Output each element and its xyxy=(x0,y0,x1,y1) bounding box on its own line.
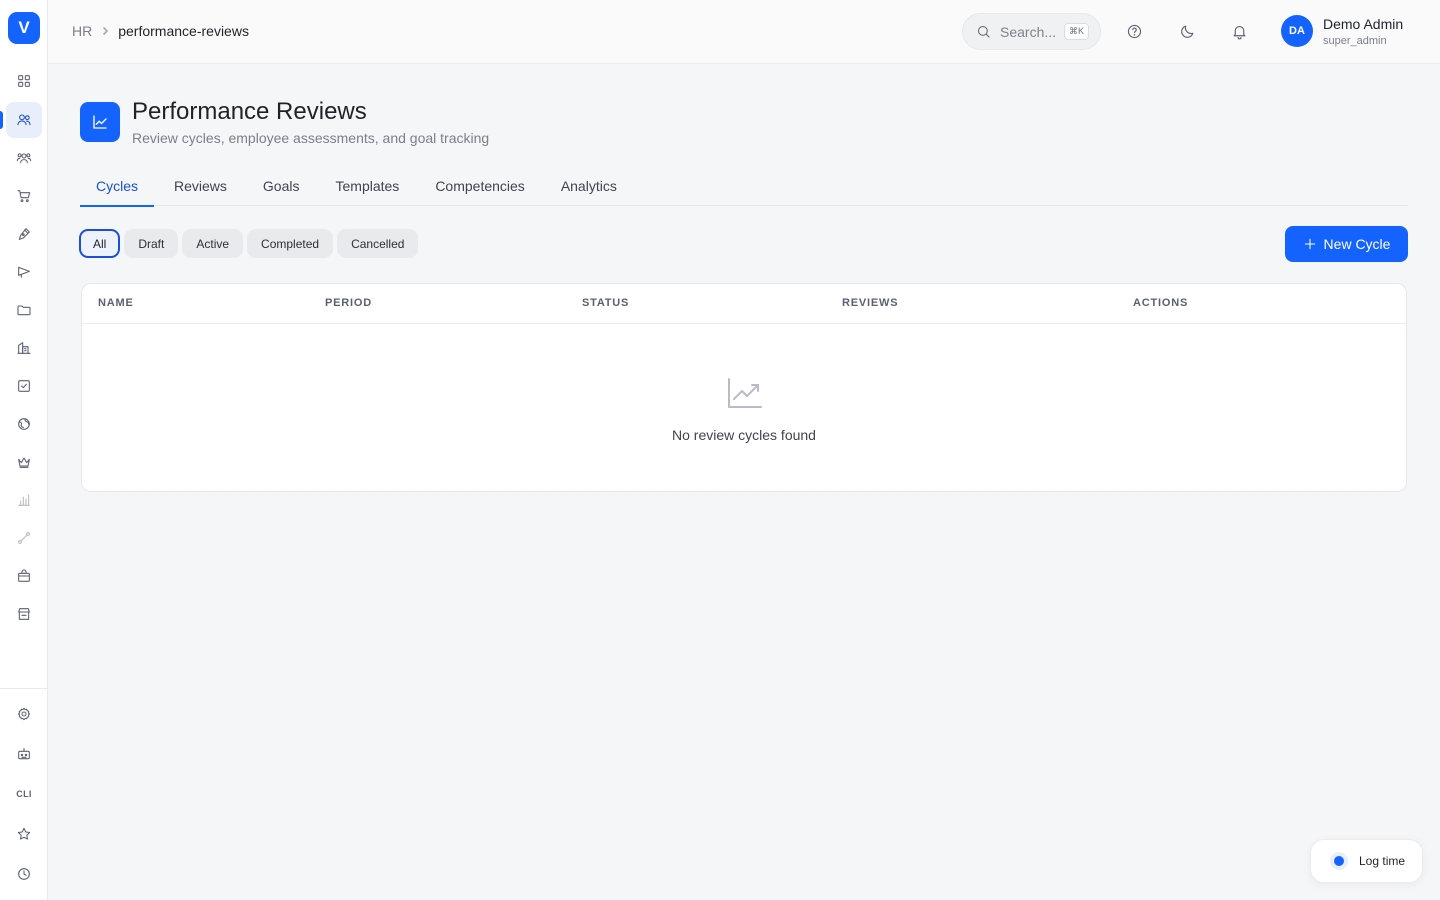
sidebar-item-web[interactable] xyxy=(6,406,42,442)
tab-templates[interactable]: Templates xyxy=(320,168,416,206)
bell-icon xyxy=(1233,25,1245,39)
new-cycle-label: New Cycle xyxy=(1323,236,1391,252)
checkbox-icon xyxy=(18,380,30,392)
tab-goals[interactable]: Goals xyxy=(247,168,316,206)
avatar: DA xyxy=(1281,15,1313,47)
log-time-button[interactable]: Log time xyxy=(1310,839,1423,883)
sidebar-item-design[interactable] xyxy=(6,216,42,252)
sidebar-item-analytics[interactable] xyxy=(6,482,42,518)
filter-all-label: All xyxy=(93,236,107,251)
tab-analytics[interactable]: Analytics xyxy=(545,168,633,206)
top-bar: HR performance-reviews Search... ⌘K DA D… xyxy=(48,0,1440,64)
log-time-label: Log time xyxy=(1359,854,1406,868)
sidebar-item-teams[interactable] xyxy=(6,140,42,176)
help-button[interactable] xyxy=(1123,20,1145,42)
breadcrumb-root[interactable]: HR xyxy=(72,23,92,39)
route-icon xyxy=(18,532,30,544)
empty-state-message: No review cycles found xyxy=(672,427,816,443)
cli-icon: CLI xyxy=(16,789,32,799)
plus-icon xyxy=(1304,238,1315,250)
theme-toggle-button[interactable] xyxy=(1176,20,1198,42)
folder-icon xyxy=(17,305,31,316)
user-menu[interactable]: DA Demo Admin super_admin xyxy=(1281,15,1403,47)
bar-chart-icon xyxy=(18,494,30,506)
sidebar-item-history[interactable] xyxy=(6,856,42,892)
sidebar-item-settings[interactable] xyxy=(6,696,42,732)
cart-icon xyxy=(17,190,31,203)
tab-bar: Cycles Reviews Goals Templates Competenc… xyxy=(80,168,1408,207)
sidebar-item-favorites[interactable] xyxy=(6,816,42,852)
app-logo[interactable]: V xyxy=(8,12,40,44)
crown-icon xyxy=(18,457,30,468)
sidebar-item-shop[interactable] xyxy=(6,558,42,594)
tab-competencies[interactable]: Competencies xyxy=(419,168,541,206)
column-header-actions: ACTIONS xyxy=(1133,297,1189,309)
page-title: Performance Reviews xyxy=(132,98,367,125)
timer-icon xyxy=(1330,852,1348,870)
globe-icon xyxy=(18,418,30,430)
column-header-period[interactable]: PERIOD xyxy=(325,297,372,309)
search-icon xyxy=(977,25,990,38)
filter-draft[interactable]: Draft xyxy=(124,229,179,258)
help-icon xyxy=(1127,24,1141,38)
megaphone-icon xyxy=(18,266,30,278)
sidebar-item-premium[interactable] xyxy=(6,444,42,480)
filter-completed[interactable]: Completed xyxy=(247,229,334,258)
sidebar-item-marketing[interactable] xyxy=(6,254,42,290)
user-role: super_admin xyxy=(1323,34,1387,47)
pen-icon xyxy=(18,228,30,240)
notifications-button[interactable] xyxy=(1228,20,1250,42)
tab-reviews[interactable]: Reviews xyxy=(158,168,243,206)
moon-icon xyxy=(1180,25,1193,38)
sidebar-item-hr[interactable] xyxy=(6,102,42,138)
chevron-right-icon xyxy=(100,26,110,36)
avatar-initials: DA xyxy=(1289,25,1305,37)
tab-cycles[interactable]: Cycles xyxy=(80,168,155,207)
table-header: NAME PERIOD STATUS REVIEWS ACTIONS xyxy=(82,284,1406,324)
sidebar-item-dashboard[interactable] xyxy=(6,63,42,99)
sidebar-divider xyxy=(0,688,48,689)
search-shortcut: ⌘K xyxy=(1064,23,1090,40)
sidebar-item-files[interactable] xyxy=(6,292,42,328)
column-header-name[interactable]: NAME xyxy=(98,297,134,309)
user-info: Demo Admin super_admin xyxy=(1323,16,1403,47)
empty-chart-icon xyxy=(727,377,763,409)
bot-icon xyxy=(18,748,30,760)
breadcrumb: HR performance-reviews xyxy=(72,23,249,39)
search-input[interactable]: Search... ⌘K xyxy=(962,13,1101,50)
sidebar-item-routes[interactable] xyxy=(6,520,42,556)
sidebar-active-indicator xyxy=(0,111,3,129)
gear-icon xyxy=(17,707,31,721)
sidebar-item-sales[interactable] xyxy=(6,178,42,214)
building-icon xyxy=(17,342,31,354)
new-cycle-button[interactable]: New Cycle xyxy=(1285,226,1408,262)
filter-all[interactable]: All xyxy=(79,229,121,258)
bag-icon xyxy=(18,569,30,582)
users-icon xyxy=(17,114,31,126)
trending-up-icon xyxy=(93,115,107,129)
team-icon xyxy=(16,153,32,164)
sidebar-item-tasks[interactable] xyxy=(6,368,42,404)
sidebar-item-store[interactable] xyxy=(6,596,42,632)
star-icon xyxy=(17,827,31,840)
grid-icon xyxy=(18,75,30,87)
app-logo-letter: V xyxy=(18,18,30,37)
page-subtitle: Review cycles, employee assessments, and… xyxy=(132,130,490,146)
store-icon xyxy=(18,608,30,620)
sidebar-item-assistant[interactable] xyxy=(6,736,42,772)
sidebar-item-cli[interactable]: CLI xyxy=(6,776,42,812)
sidebar-item-company[interactable] xyxy=(6,330,42,366)
sidebar: V CLI xyxy=(0,0,48,900)
filter-cancelled[interactable]: Cancelled xyxy=(337,229,419,258)
cycles-table: NAME PERIOD STATUS REVIEWS ACTIONS No re… xyxy=(81,283,1407,492)
clock-icon xyxy=(18,868,30,880)
column-header-status[interactable]: STATUS xyxy=(582,297,629,309)
filter-active[interactable]: Active xyxy=(182,229,244,258)
search-placeholder: Search... xyxy=(1000,23,1057,40)
column-header-reviews[interactable]: REVIEWS xyxy=(842,297,898,309)
page-icon xyxy=(80,102,120,142)
breadcrumb-current: performance-reviews xyxy=(118,23,249,39)
user-name: Demo Admin xyxy=(1323,15,1404,32)
status-filters: All Draft Active Completed Cancelled xyxy=(79,229,422,258)
